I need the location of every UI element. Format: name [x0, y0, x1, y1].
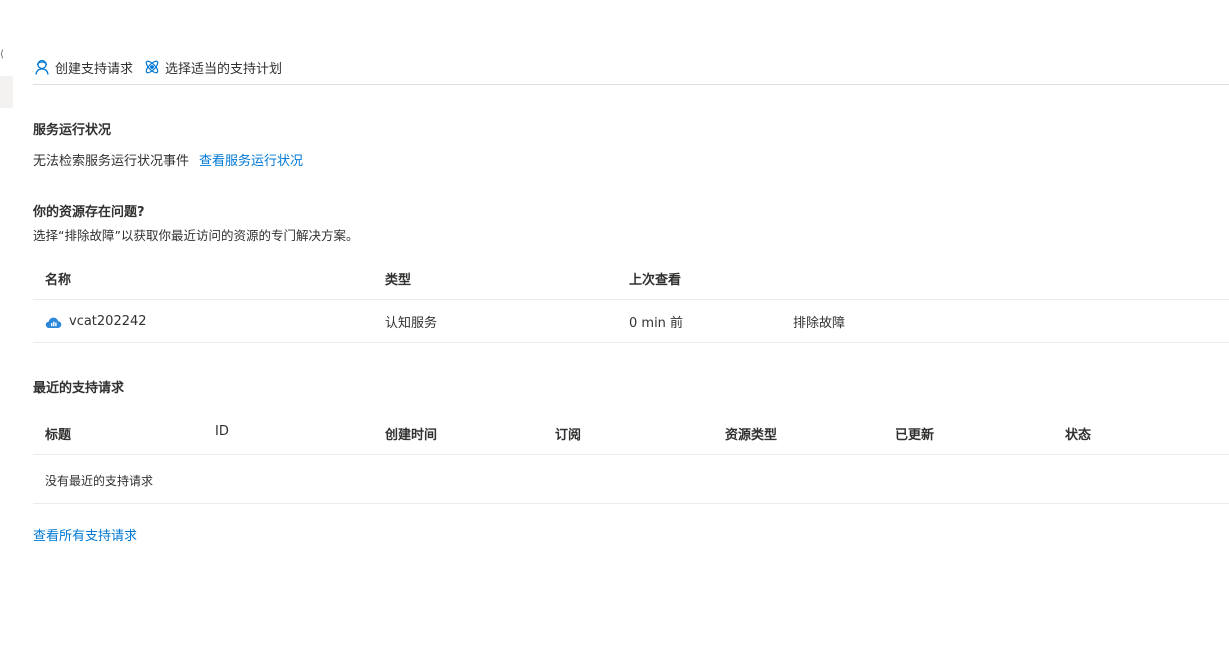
column-header-updated: 已更新	[895, 428, 935, 443]
atom-plan-icon	[143, 58, 161, 76]
no-recent-requests-message: 没有最近的支持请求	[45, 474, 154, 488]
create-support-request-label: 创建支持请求	[55, 61, 134, 77]
column-header-name: 名称	[45, 273, 72, 288]
resource-issues-title: 你的资源存在问题?	[33, 205, 145, 220]
view-all-requests-link[interactable]: 查看所有支持请求	[33, 525, 137, 544]
support-agent-icon	[33, 58, 51, 76]
left-edge-glyph: ⟨	[0, 49, 4, 60]
service-health-message: 无法检索服务运行状况事件	[33, 154, 190, 169]
resource-table-row-divider	[33, 342, 1229, 343]
column-header-subscription: 订阅	[555, 428, 582, 443]
resource-last-viewed: 0 min 前	[629, 316, 684, 331]
choose-support-plan-button[interactable]: 选择适当的支持计划	[143, 58, 282, 77]
resource-type: 认知服务	[385, 316, 438, 331]
service-health-title: 服务运行状况	[33, 123, 112, 138]
requests-table-header-divider	[33, 454, 1229, 455]
resource-issues-subtitle: 选择“排除故障”以获取你最近访问的资源的专门解决方案。	[33, 228, 359, 243]
cloud-cognitive-icon	[45, 315, 62, 329]
create-support-request-button[interactable]: 创建支持请求	[33, 58, 133, 77]
choose-support-plan-label: 选择适当的支持计划	[165, 61, 283, 77]
resource-table-header-divider	[33, 299, 1229, 300]
view-service-health-link[interactable]: 查看服务运行状况	[199, 150, 303, 169]
column-header-last-viewed: 上次查看	[629, 273, 682, 288]
recent-requests-title: 最近的支持请求	[33, 381, 125, 396]
troubleshoot-link[interactable]: 排除故障	[793, 312, 845, 331]
resource-name-link[interactable]: vcat202242	[69, 314, 147, 329]
column-header-title: 标题	[45, 428, 72, 443]
column-header-id: ID	[215, 424, 229, 439]
toolbar-divider	[33, 84, 1229, 85]
column-header-type: 类型	[385, 273, 412, 288]
column-header-created-time: 创建时间	[385, 428, 438, 443]
requests-table-row-divider	[33, 503, 1229, 504]
toolbar: 创建支持请求 选择适当的支持计划	[33, 56, 292, 78]
left-nav-selection-bar	[0, 76, 13, 108]
column-header-status: 状态	[1065, 428, 1092, 443]
column-header-resource-type: 资源类型	[725, 428, 778, 443]
